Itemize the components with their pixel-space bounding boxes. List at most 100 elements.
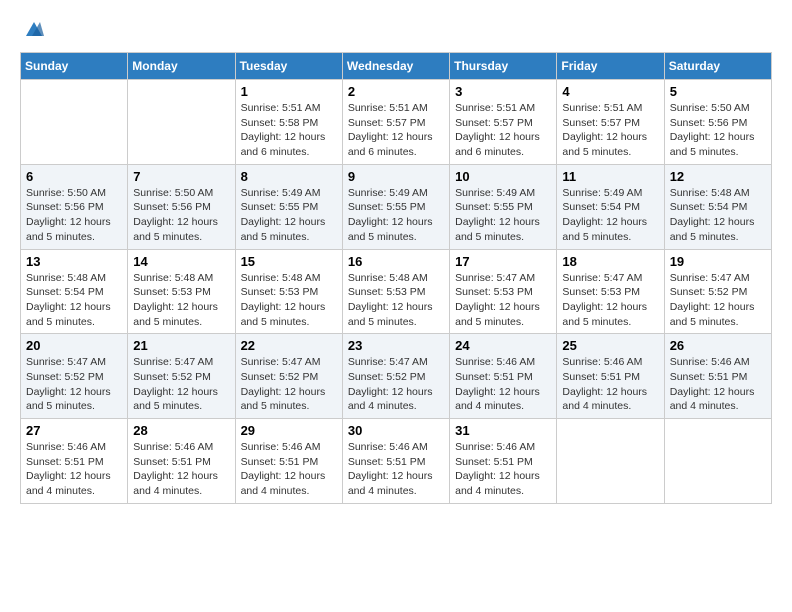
day-number: 3 [455, 84, 551, 99]
day-info: Sunrise: 5:49 AMSunset: 5:55 PMDaylight:… [241, 186, 337, 245]
day-info: Sunrise: 5:49 AMSunset: 5:54 PMDaylight:… [562, 186, 658, 245]
page-header [20, 20, 772, 36]
calendar-cell: 6Sunrise: 5:50 AMSunset: 5:56 PMDaylight… [21, 164, 128, 249]
calendar-cell: 25Sunrise: 5:46 AMSunset: 5:51 PMDayligh… [557, 334, 664, 419]
day-number: 15 [241, 254, 337, 269]
weekday-header-sunday: Sunday [21, 53, 128, 80]
day-info: Sunrise: 5:47 AMSunset: 5:52 PMDaylight:… [133, 355, 229, 414]
day-number: 5 [670, 84, 766, 99]
calendar-cell: 23Sunrise: 5:47 AMSunset: 5:52 PMDayligh… [342, 334, 449, 419]
calendar-cell [128, 80, 235, 165]
week-row-5: 27 Sunrise: 5:46 AMSunset: 5:51 PMDayligh… [21, 419, 772, 504]
day-number: 31 [455, 423, 551, 438]
day-number: 18 [562, 254, 658, 269]
day-info: Sunrise: 5:47 AMSunset: 5:53 PMDaylight:… [455, 271, 551, 330]
calendar-cell: 9 Sunrise: 5:49 AMSunset: 5:55 PMDaylight… [342, 164, 449, 249]
day-number: 10 [455, 169, 551, 184]
calendar-cell: 15 Sunrise: 5:48 AMSunset: 5:53 PMDayligh… [235, 249, 342, 334]
day-info: Sunrise: 5:46 AMSunset: 5:51 PMDaylight:… [455, 355, 551, 414]
day-info: Sunrise: 5:47 AMSunset: 5:52 PMDaylight:… [241, 355, 337, 414]
day-number: 11 [562, 169, 658, 184]
calendar-cell: 29Sunrise: 5:46 AMSunset: 5:51 PMDayligh… [235, 419, 342, 504]
day-info: Sunrise: 5:50 AMSunset: 5:56 PMDaylight:… [670, 101, 766, 160]
calendar-cell: 18 Sunrise: 5:47 AMSunset: 5:53 PMDayligh… [557, 249, 664, 334]
calendar-cell: 4Sunrise: 5:51 AMSunset: 5:57 PMDaylight… [557, 80, 664, 165]
day-number: 28 [133, 423, 229, 438]
day-number: 22 [241, 338, 337, 353]
day-info: Sunrise: 5:50 AMSunset: 5:56 PMDaylight:… [26, 186, 122, 245]
calendar-cell: 2 Sunrise: 5:51 AMSunset: 5:57 PMDaylight… [342, 80, 449, 165]
calendar-cell [664, 419, 771, 504]
weekday-header-monday: Monday [128, 53, 235, 80]
calendar-cell: 21 Sunrise: 5:47 AMSunset: 5:52 PMDayligh… [128, 334, 235, 419]
day-info: Sunrise: 5:51 AMSunset: 5:57 PMDaylight:… [348, 101, 444, 160]
logo-icon [22, 18, 44, 40]
day-info: Sunrise: 5:48 AMSunset: 5:54 PMDaylight:… [26, 271, 122, 330]
day-info: Sunrise: 5:46 AMSunset: 5:51 PMDaylight:… [348, 440, 444, 499]
day-number: 16 [348, 254, 444, 269]
calendar-cell: 8 Sunrise: 5:49 AMSunset: 5:55 PMDaylight… [235, 164, 342, 249]
day-number: 27 [26, 423, 122, 438]
day-number: 20 [26, 338, 122, 353]
day-number: 26 [670, 338, 766, 353]
day-number: 21 [133, 338, 229, 353]
calendar-cell [557, 419, 664, 504]
calendar-cell: 12Sunrise: 5:48 AMSunset: 5:54 PMDayligh… [664, 164, 771, 249]
day-number: 12 [670, 169, 766, 184]
calendar-cell: 1 Sunrise: 5:51 AMSunset: 5:58 PMDaylight… [235, 80, 342, 165]
day-info: Sunrise: 5:47 AMSunset: 5:52 PMDaylight:… [26, 355, 122, 414]
day-number: 7 [133, 169, 229, 184]
day-number: 1 [241, 84, 337, 99]
logo [20, 20, 44, 36]
day-info: Sunrise: 5:47 AMSunset: 5:53 PMDaylight:… [562, 271, 658, 330]
calendar-cell: 19 Sunrise: 5:47 AMSunset: 5:52 PMDayligh… [664, 249, 771, 334]
weekday-header-row: SundayMondayTuesdayWednesdayThursdayFrid… [21, 53, 772, 80]
weekday-header-thursday: Thursday [450, 53, 557, 80]
day-number: 23 [348, 338, 444, 353]
calendar-cell: 24 Sunrise: 5:46 AMSunset: 5:51 PMDayligh… [450, 334, 557, 419]
week-row-4: 20 Sunrise: 5:47 AMSunset: 5:52 PMDayligh… [21, 334, 772, 419]
calendar-cell: 31Sunrise: 5:46 AMSunset: 5:51 PMDayligh… [450, 419, 557, 504]
day-info: Sunrise: 5:46 AMSunset: 5:51 PMDaylight:… [562, 355, 658, 414]
calendar-cell: 30 Sunrise: 5:46 AMSunset: 5:51 PMDayligh… [342, 419, 449, 504]
calendar-cell: 26 Sunrise: 5:46 AMSunset: 5:51 PMDayligh… [664, 334, 771, 419]
day-info: Sunrise: 5:46 AMSunset: 5:51 PMDaylight:… [26, 440, 122, 499]
day-number: 2 [348, 84, 444, 99]
week-row-1: 1 Sunrise: 5:51 AMSunset: 5:58 PMDaylight… [21, 80, 772, 165]
day-number: 13 [26, 254, 122, 269]
weekday-header-tuesday: Tuesday [235, 53, 342, 80]
calendar-cell: 27 Sunrise: 5:46 AMSunset: 5:51 PMDayligh… [21, 419, 128, 504]
calendar-cell: 28 Sunrise: 5:46 AMSunset: 5:51 PMDayligh… [128, 419, 235, 504]
week-row-2: 6Sunrise: 5:50 AMSunset: 5:56 PMDaylight… [21, 164, 772, 249]
day-info: Sunrise: 5:49 AMSunset: 5:55 PMDaylight:… [348, 186, 444, 245]
day-info: Sunrise: 5:51 AMSunset: 5:57 PMDaylight:… [455, 101, 551, 160]
calendar-cell: 14Sunrise: 5:48 AMSunset: 5:53 PMDayligh… [128, 249, 235, 334]
day-info: Sunrise: 5:51 AMSunset: 5:58 PMDaylight:… [241, 101, 337, 160]
day-info: Sunrise: 5:50 AMSunset: 5:56 PMDaylight:… [133, 186, 229, 245]
day-number: 9 [348, 169, 444, 184]
day-info: Sunrise: 5:46 AMSunset: 5:51 PMDaylight:… [670, 355, 766, 414]
day-info: Sunrise: 5:48 AMSunset: 5:53 PMDaylight:… [241, 271, 337, 330]
day-number: 24 [455, 338, 551, 353]
calendar-table: SundayMondayTuesdayWednesdayThursdayFrid… [20, 52, 772, 504]
day-info: Sunrise: 5:47 AMSunset: 5:52 PMDaylight:… [670, 271, 766, 330]
calendar-cell: 3 Sunrise: 5:51 AMSunset: 5:57 PMDaylight… [450, 80, 557, 165]
weekday-header-friday: Friday [557, 53, 664, 80]
calendar-cell: 20 Sunrise: 5:47 AMSunset: 5:52 PMDayligh… [21, 334, 128, 419]
day-info: Sunrise: 5:49 AMSunset: 5:55 PMDaylight:… [455, 186, 551, 245]
day-info: Sunrise: 5:46 AMSunset: 5:51 PMDaylight:… [133, 440, 229, 499]
calendar-cell: 13 Sunrise: 5:48 AMSunset: 5:54 PMDayligh… [21, 249, 128, 334]
calendar-cell: 22 Sunrise: 5:47 AMSunset: 5:52 PMDayligh… [235, 334, 342, 419]
day-info: Sunrise: 5:48 AMSunset: 5:53 PMDaylight:… [348, 271, 444, 330]
day-info: Sunrise: 5:48 AMSunset: 5:53 PMDaylight:… [133, 271, 229, 330]
weekday-header-saturday: Saturday [664, 53, 771, 80]
week-row-3: 13 Sunrise: 5:48 AMSunset: 5:54 PMDayligh… [21, 249, 772, 334]
calendar-cell: 5 Sunrise: 5:50 AMSunset: 5:56 PMDaylight… [664, 80, 771, 165]
day-number: 8 [241, 169, 337, 184]
day-number: 29 [241, 423, 337, 438]
day-number: 19 [670, 254, 766, 269]
weekday-header-wednesday: Wednesday [342, 53, 449, 80]
calendar-cell: 17Sunrise: 5:47 AMSunset: 5:53 PMDayligh… [450, 249, 557, 334]
day-number: 30 [348, 423, 444, 438]
calendar-cell: 10 Sunrise: 5:49 AMSunset: 5:55 PMDayligh… [450, 164, 557, 249]
